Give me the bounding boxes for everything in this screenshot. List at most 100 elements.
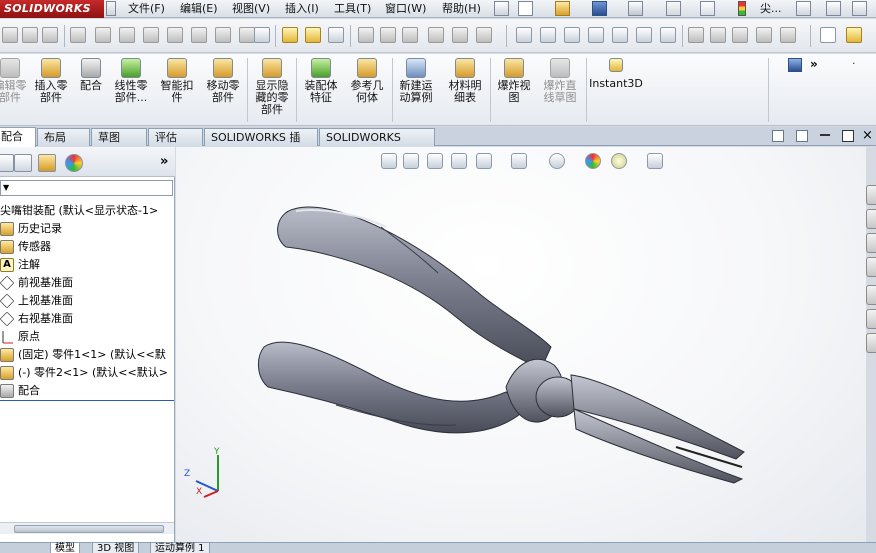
minimize-icon[interactable] [820,134,830,136]
tab-evaluate[interactable]: 评估 [148,128,203,146]
solidworks-logo[interactable]: SOLIDWORKS [0,0,104,18]
appearances-icon[interactable] [866,285,876,305]
tree-item-sensors[interactable]: 传感器 [0,238,174,256]
tree-item-part2[interactable]: (-) 零件2<1> (默认<<默认> [0,364,174,382]
linear-pattern-button[interactable]: 线性零 部件... [110,58,152,104]
solidworks-resources-icon[interactable] [866,185,876,205]
feature-manager-tab-icon[interactable] [0,154,14,172]
search-commands-icon[interactable] [826,1,841,16]
assembly-features-button[interactable]: 装配体 特征 [300,58,342,104]
filter-funnel-icon[interactable]: ▼ [3,183,9,192]
edit-component-button[interactable]: 编辑零 部件 [0,58,30,104]
more-dot-icon[interactable]: · [852,57,856,70]
window-tile-icon[interactable] [796,130,808,142]
undo-icon[interactable] [666,1,681,16]
sketch-tool-icon[interactable] [756,27,772,43]
rebuild-traffic-light-icon[interactable] [738,1,746,16]
align-icon[interactable] [428,27,444,43]
tab-assembly[interactable]: 配合体 [0,127,36,160]
tool-icon[interactable] [70,27,86,43]
custom-properties-icon[interactable] [866,309,876,329]
tool-icon[interactable] [143,27,159,43]
spell-check-icon[interactable] [820,27,836,43]
tool-icon[interactable] [167,27,183,43]
tree-item-origin[interactable]: 原点 [0,328,174,346]
pliers-model[interactable] [176,147,866,542]
sketch-tool-icon[interactable] [2,27,18,43]
display-manager-tab-icon[interactable] [65,154,83,172]
tab-solidworks-mbd[interactable]: SOLIDWORKS MBD [319,128,435,161]
home-icon[interactable] [796,1,811,16]
view-orientation-icon[interactable] [516,27,532,43]
tool-icon[interactable] [95,27,111,43]
select-pointer-icon[interactable] [700,1,715,16]
view-orientation-icon[interactable] [612,27,628,43]
tool-icon[interactable] [22,27,38,43]
scrollbar-thumb[interactable] [14,525,164,533]
tab-model[interactable]: 模型 [50,543,80,553]
menu-edit[interactable]: 编辑(E) [180,0,218,18]
show-hidden-components-button[interactable]: 显示隐 藏的零 部件 [251,58,293,116]
design-library-icon[interactable] [866,209,876,229]
close-icon[interactable]: × [862,127,873,144]
tree-filter-field[interactable]: ▼ [0,180,173,196]
sketch-tool-icon[interactable] [732,27,748,43]
tab-motion-study[interactable]: 运动算例 1 [150,543,210,553]
tool-icon[interactable] [42,27,58,43]
tool-icon[interactable] [215,27,231,43]
align-icon[interactable] [358,27,374,43]
menu-help[interactable]: 帮助(H) [442,0,481,18]
align-icon[interactable] [476,27,492,43]
assembly-root-node[interactable]: 尖嘴钳装配 (默认<显示状态-1> [0,202,174,220]
mate-button[interactable]: 配合 [76,58,106,92]
menu-window[interactable]: 窗口(W) [385,0,426,18]
tab-3d-views[interactable]: 3D 视图 [92,543,140,553]
tab-solidworks-addins[interactable]: SOLIDWORKS 插件 [204,128,318,161]
display-style-icon[interactable] [282,27,298,43]
new-document-icon[interactable] [518,1,533,16]
pushpin-icon[interactable] [494,1,509,16]
open-folder-icon[interactable] [555,1,570,16]
rollback-bar[interactable] [0,400,174,401]
solidworks-forum-icon[interactable] [866,333,876,353]
tool-icon[interactable] [846,27,862,43]
reference-geometry-button[interactable]: 参考几 何体 [346,58,388,104]
menu-tools[interactable]: 工具(T) [334,0,371,18]
explode-line-sketch-button[interactable]: 爆炸直 线草图 [538,58,582,104]
menu-pin-icon[interactable] [106,1,116,16]
view-tool-icon[interactable] [254,27,270,43]
view-orientation-icon[interactable] [636,27,652,43]
tool-icon[interactable] [119,27,135,43]
sketch-tool-icon[interactable] [688,27,704,43]
file-explorer-icon[interactable] [866,233,876,253]
display-pane-icon[interactable] [788,58,802,72]
panel-expand-chevron-icon[interactable]: » [160,154,168,169]
tree-item-top-plane[interactable]: 上视基准面 [0,292,174,310]
tree-item-history[interactable]: 历史记录 [0,220,174,238]
sketch-tool-icon[interactable] [780,27,796,43]
new-motion-study-button[interactable]: 新建运 动算例 [395,58,437,104]
tree-item-part1[interactable]: (固定) 零件1<1> (默认<<默 [0,346,174,364]
view-orientation-icon[interactable] [540,27,556,43]
tree-item-annotations[interactable]: A 注解 [0,256,174,274]
view-orientation-icon[interactable] [588,27,604,43]
window-tile-icon[interactable] [772,130,784,142]
help-search-icon[interactable] [852,1,867,16]
grid-icon[interactable] [328,27,344,43]
graphics-area[interactable]: Y Z X [176,147,866,542]
save-icon[interactable] [592,1,607,16]
print-icon[interactable] [628,1,643,16]
align-icon[interactable] [380,27,396,43]
tree-item-front-plane[interactable]: 前视基准面 [0,274,174,292]
align-icon[interactable] [452,27,468,43]
move-component-button[interactable]: 移动零 部件 [202,58,244,104]
tool-icon[interactable] [191,27,207,43]
tab-layout[interactable]: 布局 [37,128,90,146]
expand-chevron-icon[interactable]: » [810,57,818,71]
menu-file[interactable]: 文件(F) [128,0,165,18]
display-style-icon[interactable] [305,27,321,43]
bill-of-materials-button[interactable]: 材料明 细表 [444,58,486,104]
instant3d-button[interactable]: Instant3D [589,58,643,90]
exploded-view-button[interactable]: 爆炸视 图 [494,58,534,104]
property-manager-tab-icon[interactable] [14,154,32,172]
